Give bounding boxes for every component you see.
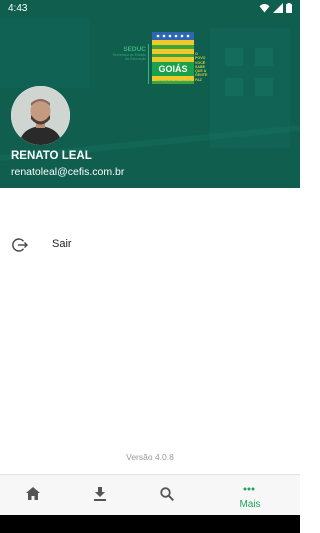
status-bar: 4:43 [0,0,300,18]
menu-item-logout[interactable]: Sair [0,228,300,262]
nav-downloads[interactable] [70,475,130,516]
avatar[interactable] [11,86,70,145]
download-icon [94,487,106,501]
user-email: renatoleal@cefis.com.br [11,166,125,178]
menu-item-label: Sair [52,238,72,250]
nav-more-label: Mais [239,499,261,510]
goias-tagline: O POVO VOCÊ SABE QUE A GENTE FAZ [195,52,209,82]
logout-icon [12,238,28,252]
logo-divider [148,44,149,84]
wifi-icon [259,4,270,13]
battery-icon [286,3,292,13]
status-icons [259,3,292,13]
status-time: 4:43 [8,3,28,14]
seduc-title: SEDUC [123,46,146,53]
nav-search[interactable] [137,475,197,516]
nav-more[interactable]: Mais [220,475,280,516]
bottom-navigation: Mais [0,474,300,515]
signal-icon [273,3,283,13]
seduc-subtitle-line-2: da Educação [125,57,146,62]
user-photo [11,86,70,145]
goias-logo-word: GOIÁS [152,62,194,76]
app-version: Versão 4.0.8 [126,452,174,462]
tagline-line: O POVO [195,52,206,61]
home-icon [26,487,40,500]
goias-caption: GOVERNO DE GOIÁS [156,79,192,83]
nav-home[interactable] [3,475,63,516]
drawer-header: SEDUC Secretaria de Estado da Educação G… [0,18,300,188]
search-icon [160,487,174,501]
seduc-logo: SEDUC Secretaria de Estado da Educação [104,46,146,62]
system-navigation-bar [0,515,300,533]
more-icon [243,487,255,491]
user-name: RENATO LEAL [11,150,92,162]
